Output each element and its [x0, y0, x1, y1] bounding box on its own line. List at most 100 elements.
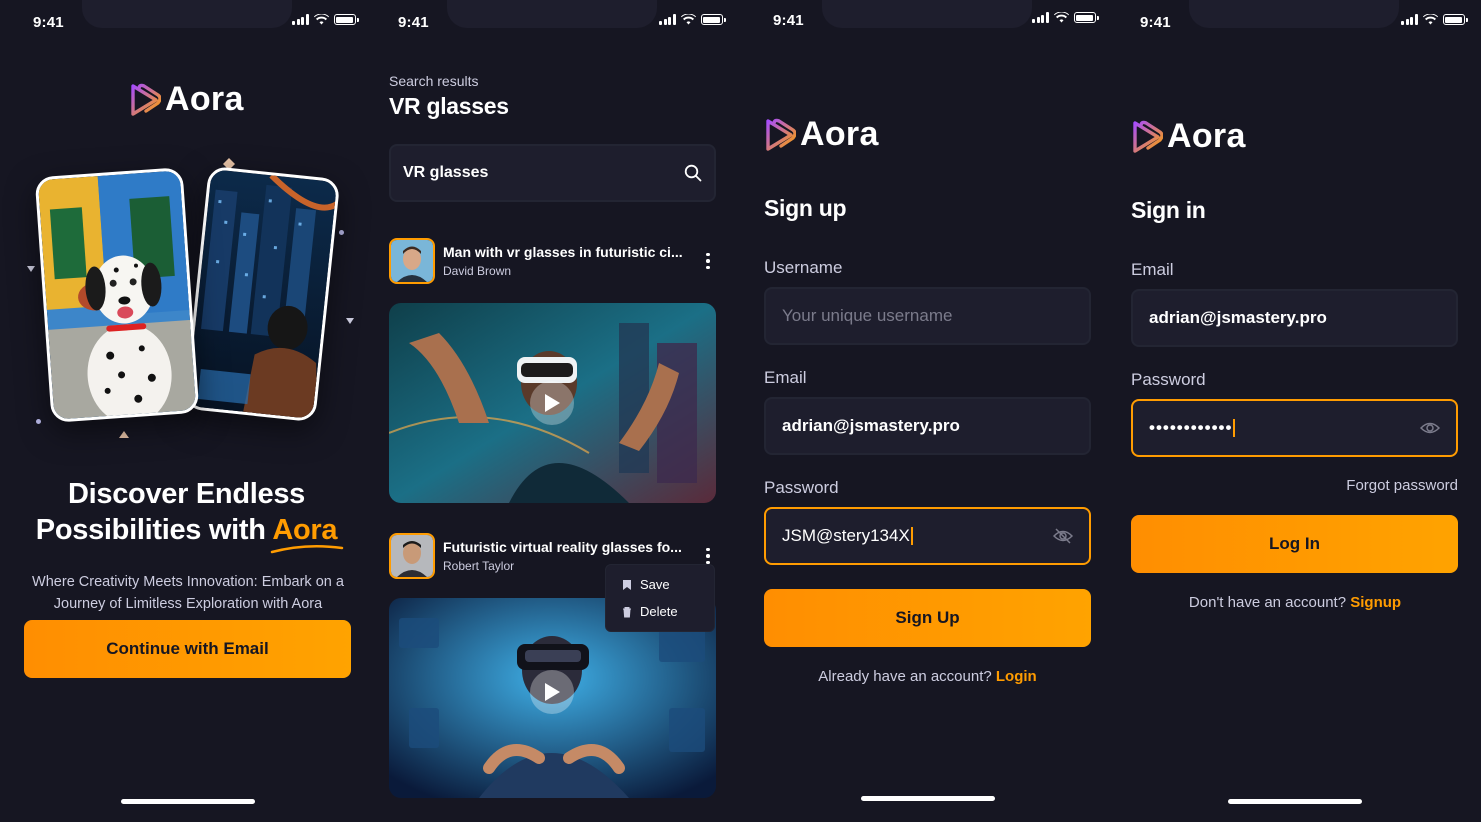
status-time: 9:41 — [1140, 14, 1171, 31]
video-title[interactable]: Man with vr glasses in futuristic ci... — [443, 244, 700, 260]
username-placeholder: Your unique username — [782, 306, 953, 325]
more-options-icon[interactable] — [700, 547, 716, 565]
battery-icon — [333, 14, 359, 25]
cellular-signal-icon — [1401, 14, 1418, 25]
status-time: 9:41 — [773, 12, 804, 29]
app-logo: Aora — [1131, 117, 1246, 156]
menu-item-save[interactable]: Save — [606, 571, 714, 598]
video-options-menu: Save Delete — [605, 564, 715, 632]
app-logo: Aora — [764, 115, 879, 154]
search-input-value: VR glasses — [403, 164, 489, 181]
aora-logo-icon — [766, 118, 796, 151]
email-label: Email — [1131, 260, 1174, 279]
dalmatian-image — [37, 169, 200, 423]
logo-text: Aora — [165, 80, 244, 118]
dot-decoration — [36, 419, 41, 424]
play-icon — [545, 683, 560, 701]
arrow-decoration-icon — [346, 318, 354, 324]
more-options-icon[interactable] — [700, 252, 716, 270]
cellular-signal-icon — [659, 14, 676, 25]
notch — [447, 0, 657, 28]
cyberpunk-city-image — [186, 169, 341, 423]
status-bar: 9:41 — [1115, 0, 1481, 44]
video-author[interactable]: David Brown — [443, 264, 700, 278]
headline-accent: Aora — [271, 514, 344, 554]
onboarding-screen: 9:41 Aora Discover Endless Possibilities… — [0, 0, 373, 822]
forgot-password-link[interactable]: Forgot password — [1346, 477, 1458, 494]
bookmark-icon — [623, 579, 631, 590]
play-button[interactable] — [530, 381, 574, 425]
username-field[interactable]: Your unique username — [764, 287, 1091, 345]
home-indicator — [861, 796, 995, 801]
video-card-header: Man with vr glasses in futuristic ci... … — [389, 238, 716, 284]
signup-prompt: Don't have an account? Signup — [1115, 594, 1475, 611]
search-icon[interactable] — [684, 164, 702, 182]
trash-icon — [623, 606, 631, 617]
email-field[interactable]: adrian@jsmastery.pro — [764, 397, 1091, 455]
home-indicator — [1228, 799, 1362, 804]
email-value: adrian@jsmastery.pro — [1149, 308, 1327, 327]
password-label: Password — [764, 478, 839, 497]
email-field[interactable]: adrian@jsmastery.pro — [1131, 289, 1458, 347]
headline-line-2-text: Possibilities with — [35, 514, 266, 546]
log-in-button[interactable]: Log In — [1131, 515, 1458, 573]
menu-item-save-label: Save — [640, 577, 670, 592]
page-title: Sign up — [764, 195, 847, 221]
login-prompt-text: Already have an account? — [818, 668, 992, 685]
headline-accent-text: Aora — [272, 514, 338, 546]
onboarding-headline: Discover Endless Possibilities with Aora — [0, 476, 373, 554]
search-results-label: Search results — [389, 73, 479, 89]
signup-link[interactable]: Signup — [1350, 594, 1401, 611]
search-query-title: VR glasses — [389, 93, 509, 119]
status-bar: 9:41 — [740, 0, 1115, 44]
avatar[interactable] — [389, 238, 435, 284]
password-value: •••••••••••• — [1149, 418, 1233, 437]
play-icon — [545, 394, 560, 412]
email-value: adrian@jsmastery.pro — [782, 416, 960, 435]
text-caret — [1233, 419, 1236, 437]
notch — [82, 0, 292, 28]
eye-icon[interactable] — [1420, 420, 1440, 436]
status-time: 9:41 — [33, 14, 64, 31]
login-link[interactable]: Login — [996, 668, 1037, 685]
status-bar: 9:41 — [0, 0, 373, 44]
password-value: JSM@stery134X — [782, 526, 910, 545]
battery-icon — [700, 14, 726, 25]
status-icons — [1401, 14, 1468, 25]
password-label: Password — [1131, 370, 1206, 389]
avatar[interactable] — [389, 533, 435, 579]
play-button[interactable] — [530, 670, 574, 714]
eye-off-icon[interactable] — [1053, 528, 1073, 544]
sign-in-screen: 9:41 Aora Sign in Email adrian@jsmastery… — [1115, 0, 1481, 822]
signup-prompt-text: Don't have an account? — [1188, 594, 1347, 611]
onboarding-subtext: Where Creativity Meets Innovation: Embar… — [32, 574, 344, 612]
status-icons — [1032, 12, 1099, 23]
status-time: 9:41 — [398, 14, 429, 31]
menu-item-delete[interactable]: Delete — [606, 598, 714, 625]
sign-up-button[interactable]: Sign Up — [764, 589, 1091, 647]
battery-icon — [1442, 14, 1468, 25]
page-title: Sign in — [1131, 197, 1206, 223]
status-icons — [659, 14, 726, 25]
wifi-icon — [1422, 14, 1438, 25]
battery-icon — [1073, 12, 1099, 23]
status-icons — [292, 14, 359, 25]
password-field[interactable]: •••••••••••• — [1131, 399, 1458, 457]
video-title[interactable]: Futuristic virtual reality glasses fo... — [443, 539, 700, 555]
video-thumbnail[interactable] — [389, 303, 716, 503]
logo-text: Aora — [1167, 117, 1246, 155]
email-label: Email — [764, 368, 807, 387]
arrow-decoration-icon — [119, 431, 129, 438]
login-prompt: Already have an account? Login — [740, 668, 1115, 685]
continue-with-email-button[interactable]: Continue with Email — [24, 620, 351, 678]
underline-swoosh-icon — [271, 544, 344, 554]
password-field[interactable]: JSM@stery134X — [764, 507, 1091, 565]
app-logo: Aora — [129, 80, 244, 119]
hero-card-city — [183, 165, 341, 423]
menu-item-delete-label: Delete — [640, 604, 678, 619]
headline-line-2: Possibilities with Aora — [0, 512, 373, 554]
search-results-screen: 9:41 Search results VR glasses VR glasse… — [373, 0, 740, 822]
search-input[interactable]: VR glasses — [389, 144, 716, 202]
hero-card-dalmatian — [34, 167, 200, 423]
home-indicator — [121, 799, 255, 804]
